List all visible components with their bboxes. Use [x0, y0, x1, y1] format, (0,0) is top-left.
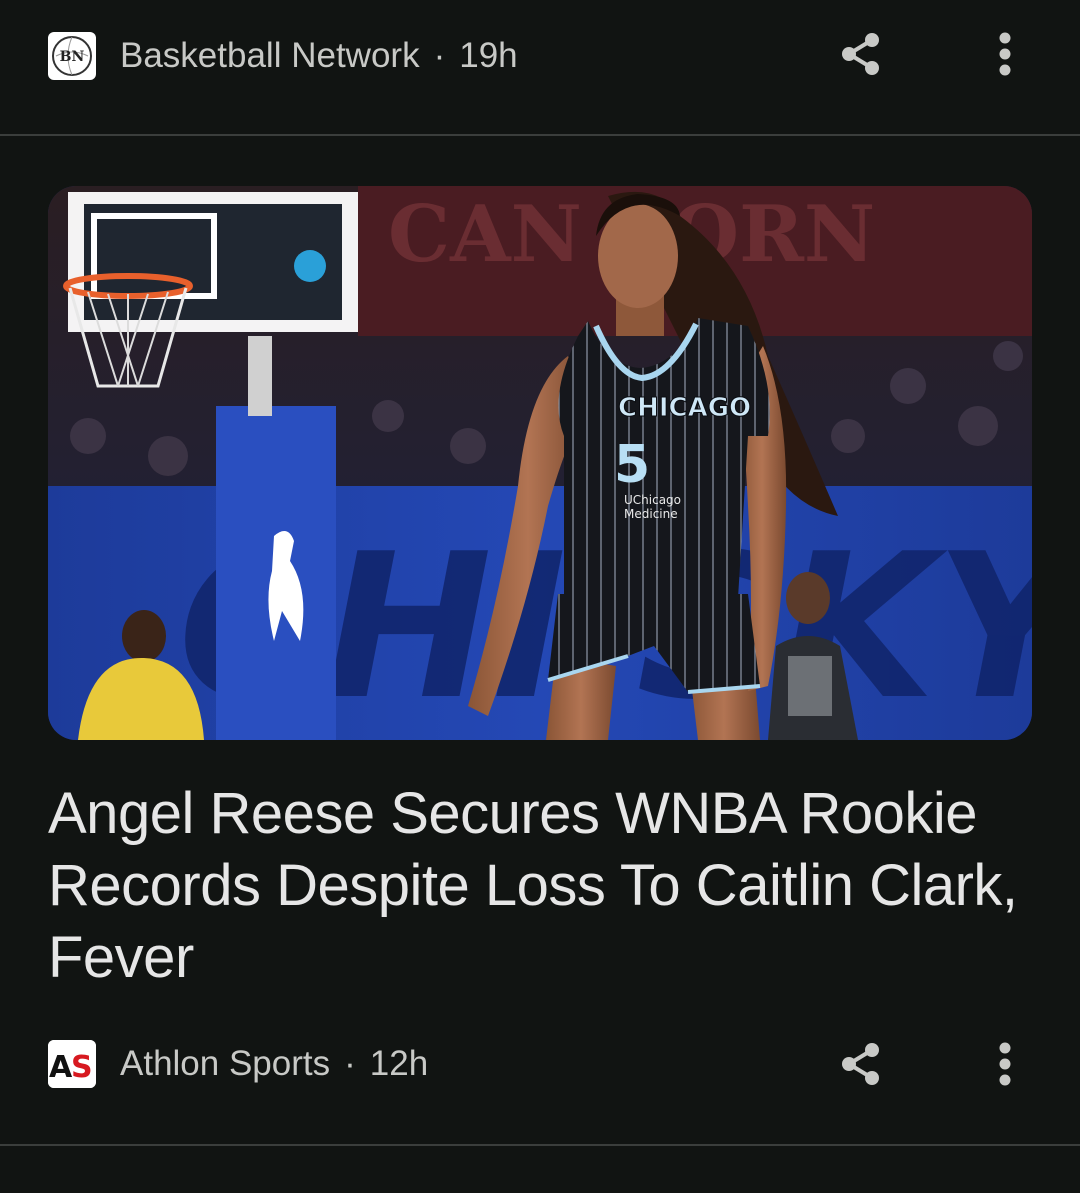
athlon-sports-logo: A S	[48, 1040, 96, 1088]
basketball-network-logo: BN	[48, 32, 96, 80]
svg-text:BN: BN	[60, 49, 85, 65]
separator-dot: ·	[433, 36, 446, 75]
share-icon	[842, 33, 879, 75]
svg-text:UChicago: UChicago	[624, 493, 681, 507]
article-source-row: BN Basketball Network · 19h	[0, 16, 1080, 96]
basketball-photo: CAN CORN CHI SKY	[48, 186, 1032, 740]
more-vert-icon	[999, 1042, 1011, 1086]
svg-text:Medicine: Medicine	[624, 507, 678, 521]
more-options-button[interactable]	[973, 1032, 1037, 1096]
article-image[interactable]: CAN CORN CHI SKY	[48, 186, 1032, 740]
source-meta: Athlon Sports · 12h	[120, 1044, 428, 1084]
article-age: 12h	[369, 1044, 429, 1083]
article-source-row: A S Athlon Sports · 12h	[0, 1026, 1080, 1106]
source-name[interactable]: Basketball Network	[120, 36, 420, 75]
share-icon	[842, 1043, 879, 1085]
svg-text:S: S	[71, 1050, 93, 1085]
more-options-button[interactable]	[973, 22, 1037, 86]
news-feed: BN Basketball Network · 19h CAN CORN CHI…	[0, 0, 1080, 1193]
source-meta: Basketball Network · 19h	[120, 36, 518, 76]
card-divider	[0, 1144, 1080, 1146]
share-button[interactable]	[829, 22, 893, 86]
svg-text:5: 5	[614, 435, 650, 495]
article-headline[interactable]: Angel Reese Secures WNBA Rookie Records …	[48, 778, 1038, 994]
svg-text:CHICAGO: CHICAGO	[618, 393, 751, 423]
card-divider	[0, 134, 1080, 136]
article-age: 19h	[459, 36, 518, 75]
source-name[interactable]: Athlon Sports	[120, 1044, 330, 1083]
more-vert-icon	[999, 32, 1011, 76]
share-button[interactable]	[829, 1032, 893, 1096]
separator-dot: ·	[344, 1044, 356, 1083]
